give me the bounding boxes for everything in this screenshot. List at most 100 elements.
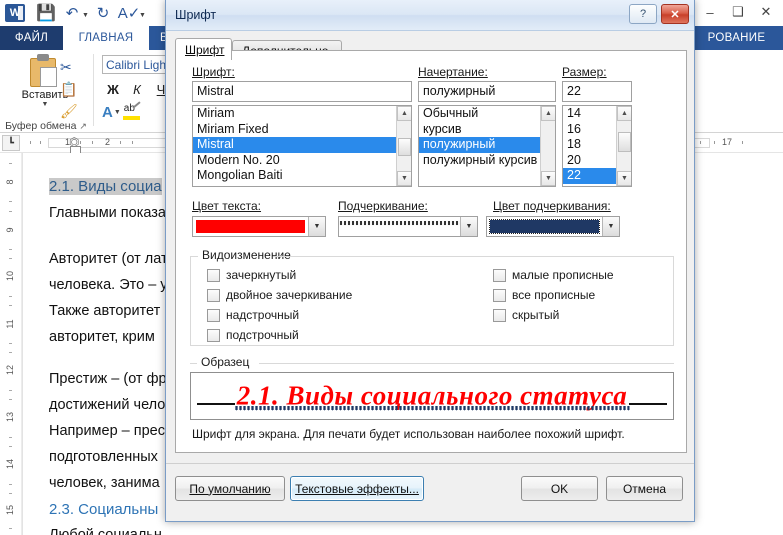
sample-group-label: Образец [197, 355, 254, 369]
scroll-up-icon[interactable]: ▲ [617, 106, 631, 121]
clipboard-dialog-launcher-icon[interactable]: ↗ [79, 121, 87, 131]
dialog-help-icon[interactable]: ? [629, 4, 657, 24]
font-size-input[interactable]: 22 [562, 81, 632, 102]
document-line: достижений чело [49, 397, 166, 413]
font-list-item-selected[interactable]: Mistral [193, 137, 411, 153]
sample-note: Шрифт для экрана. Для печати будет испол… [192, 427, 625, 441]
clipboard-group-label: Буфер обмена ↗ [0, 120, 92, 132]
font-style-list[interactable]: Обычный курсив полужирный полужирный кур… [418, 105, 556, 187]
cut-icon[interactable]: ✂ [60, 56, 90, 78]
text-color-swatch[interactable] [193, 217, 308, 236]
underline-style-dropdown-icon[interactable]: ▼ [460, 217, 477, 236]
default-button[interactable]: По умолчанию [175, 476, 285, 501]
underline-color-dropdown-icon[interactable]: ▼ [602, 217, 619, 236]
dialog-title-bar[interactable]: Шрифт ? ✕ [166, 0, 694, 31]
scroll-down-icon[interactable]: ▼ [617, 171, 631, 186]
close-icon[interactable]: ✕ [753, 2, 779, 22]
minimize-icon[interactable]: – [697, 2, 723, 22]
ribbon-tab-home[interactable]: ГЛАВНАЯ [63, 26, 149, 50]
ribbon-tab-review[interactable]: РОВАНИЕ [690, 26, 783, 50]
checkbox-double-strikethrough[interactable]: двойное зачеркивание [207, 288, 352, 302]
dialog-close-icon[interactable]: ✕ [661, 4, 689, 24]
checkbox-strikethrough[interactable]: зачеркнутый [207, 268, 296, 282]
font-style-input[interactable]: полужирный [418, 81, 556, 102]
font-size-list[interactable]: 14 16 18 20 22 ▲ ▼ [562, 105, 632, 187]
text-color-dropdown-icon[interactable]: ▼ [308, 217, 325, 236]
undo-dropdown-icon[interactable]: ▼ [81, 2, 90, 24]
effects-groupbox: Видоизменение зачеркнутый двойное зачерк… [190, 248, 674, 346]
font-name-input[interactable]: Mistral [192, 81, 412, 102]
style-list-item[interactable]: Обычный [419, 106, 555, 122]
underline-style-label: Подчеркивание: [338, 199, 428, 213]
vruler-num-9: 9 [5, 227, 15, 233]
scroll-up-icon[interactable]: ▲ [397, 106, 411, 121]
checkbox-box[interactable] [493, 308, 506, 322]
font-list-scrollbar[interactable]: ▲ ▼ [396, 106, 411, 186]
scroll-down-icon[interactable]: ▼ [541, 171, 555, 186]
format-painter-brush-icon[interactable]: 🖌 [60, 100, 90, 122]
checkbox-box[interactable] [207, 308, 220, 322]
checkbox-all-caps[interactable]: все прописные [493, 288, 595, 302]
style-list-item[interactable]: полужирный курсив [419, 153, 555, 169]
style-list-item-selected[interactable]: полужирный [419, 137, 555, 153]
underline-color-swatch[interactable] [487, 217, 602, 236]
font-color-icon[interactable]: A [102, 104, 113, 121]
font-list-item[interactable]: Miriam Fixed [193, 122, 411, 138]
checkbox-box[interactable] [207, 268, 220, 282]
font-color-dropdown-icon[interactable]: ▼ [114, 109, 121, 116]
underline-color-combo[interactable]: ▼ [486, 216, 620, 237]
vruler-num-15: 15 [5, 505, 15, 516]
checkbox-box[interactable] [493, 288, 506, 302]
font-list-item[interactable]: Modern No. 20 [193, 153, 411, 169]
font-list-item[interactable]: Mongolian Baiti [193, 168, 411, 184]
vertical-ruler[interactable]: 8 9 10 11 12 13 14 15 [0, 153, 22, 535]
checkbox-superscript[interactable]: надстрочный [207, 308, 299, 322]
bold-button[interactable]: Ж [102, 79, 124, 100]
document-line: авторитет, крим [49, 329, 155, 345]
style-list-scrollbar[interactable]: ▲ ▼ [540, 106, 555, 186]
underline-style-combo[interactable]: ▼ [338, 216, 478, 237]
size-label: Размер: [562, 65, 607, 79]
ok-button[interactable]: OK [521, 476, 598, 501]
vruler-num-12: 12 [5, 365, 15, 376]
text-effects-button[interactable]: Текстовые эффекты... [290, 476, 424, 501]
tab-stop-selector-icon[interactable]: ┗ [2, 135, 20, 151]
checkbox-hidden[interactable]: скрытый [493, 308, 559, 322]
scroll-up-icon[interactable]: ▲ [541, 106, 555, 121]
font-list[interactable]: Miriam Miriam Fixed Mistral Modern No. 2… [192, 105, 412, 187]
redo-icon[interactable]: ↻ [90, 2, 116, 24]
qat-customize-icon[interactable]: ▼ [138, 2, 147, 24]
checkbox-label: все прописные [512, 288, 596, 302]
restore-icon[interactable]: ❑ [725, 2, 751, 22]
checkbox-label: двойное зачеркивание [226, 288, 353, 302]
checkbox-label: малые прописные [512, 268, 614, 282]
sample-preview-box: 2.1. Виды социального статуса [190, 372, 674, 420]
ruler-num-17: 17 [722, 137, 733, 147]
checkbox-label: подстрочный [226, 328, 299, 342]
checkbox-subscript[interactable]: подстрочный [207, 328, 299, 342]
checkbox-small-caps[interactable]: малые прописные [493, 268, 614, 282]
style-list-item[interactable]: курсив [419, 122, 555, 138]
ribbon-group-clipboard: Вставить ▼ ✂ 📋 🖌 Буфер обмена ↗ [0, 50, 92, 133]
copy-icon[interactable]: 📋 [60, 78, 90, 100]
scroll-down-icon[interactable]: ▼ [397, 171, 411, 186]
vruler-num-8: 8 [5, 179, 15, 185]
checkbox-box[interactable] [493, 268, 506, 282]
dialog-title-buttons: ? ✕ [629, 4, 689, 24]
checkbox-box[interactable] [207, 288, 220, 302]
scroll-thumb[interactable] [398, 138, 411, 156]
cancel-button[interactable]: Отмена [606, 476, 683, 501]
checkbox-box[interactable] [207, 328, 220, 342]
scroll-thumb[interactable] [618, 132, 631, 152]
size-list-scrollbar[interactable]: ▲ ▼ [616, 106, 631, 186]
italic-button[interactable]: К [126, 79, 148, 100]
font-list-item[interactable]: Miriam [193, 106, 411, 122]
clipboard-tools: ✂ 📋 🖌 [60, 56, 90, 122]
highlight-icon[interactable]: ab [122, 101, 142, 122]
underline-style-preview [339, 217, 460, 236]
text-color-combo[interactable]: ▼ [192, 216, 326, 237]
tab-font[interactable]: Шрифт [175, 38, 232, 60]
ribbon-tab-file[interactable]: ФАЙЛ [0, 26, 63, 50]
font-color-row: A ▼ ab [102, 101, 142, 122]
save-icon[interactable]: 💾 [33, 2, 59, 24]
